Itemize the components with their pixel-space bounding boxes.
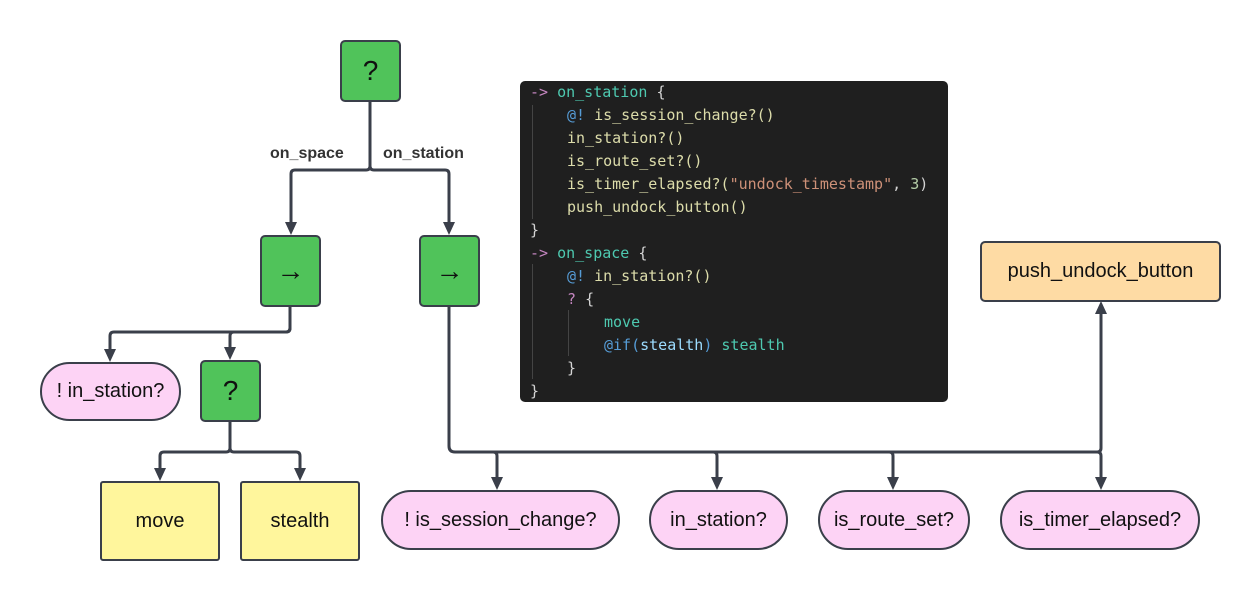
code-token: @if( bbox=[604, 336, 641, 354]
code-line: } bbox=[530, 221, 540, 239]
edge-sel-stealth bbox=[228, 447, 302, 471]
sequence-on-station-node[interactable]: → bbox=[419, 235, 480, 307]
arrow-head bbox=[285, 222, 297, 235]
code-token: stealth bbox=[640, 336, 704, 354]
root-selector-node[interactable]: ? bbox=[340, 40, 401, 102]
code-token: { bbox=[585, 290, 595, 308]
condition-not-in-station[interactable]: ! in_station? bbox=[40, 362, 181, 421]
code-token: in_station?() bbox=[594, 267, 712, 285]
condition-not-session-change[interactable]: ! is_session_change? bbox=[381, 490, 620, 550]
code-token: -> bbox=[530, 83, 549, 101]
code-line: ? { bbox=[567, 288, 594, 310]
arrow-head bbox=[887, 477, 899, 490]
condition-in-station[interactable]: in_station? bbox=[649, 490, 788, 550]
indent-guide bbox=[568, 310, 569, 356]
selector-node[interactable]: ? bbox=[200, 360, 261, 422]
code-token: is_session_change?() bbox=[594, 106, 775, 124]
code-token: is_timer_elapsed?( bbox=[567, 175, 730, 193]
code-token: ? bbox=[567, 290, 577, 308]
code-line: } bbox=[530, 382, 540, 400]
arrow-head bbox=[224, 347, 236, 360]
arrow-head bbox=[154, 468, 166, 481]
code-token: { bbox=[656, 83, 666, 101]
arrow-head bbox=[1095, 301, 1107, 314]
edge-seq1-left bbox=[108, 306, 292, 352]
code-line: @! in_station?() bbox=[567, 265, 712, 287]
condition-timer-elapsed[interactable]: is_timer_elapsed? bbox=[1000, 490, 1200, 550]
code-token: , bbox=[892, 175, 911, 193]
code-line: } bbox=[567, 359, 577, 377]
indent-guide bbox=[532, 264, 533, 379]
edge-label-on-space: on_space bbox=[270, 145, 344, 162]
arrow-head bbox=[443, 222, 455, 235]
code-token: ) bbox=[703, 336, 713, 354]
sequence-on-space-node[interactable]: → bbox=[260, 235, 321, 307]
code-line: @! is_session_change?() bbox=[567, 104, 775, 126]
behavior-tree-diagram: on_space on_station ? → → ! in_station? … bbox=[0, 0, 1260, 601]
action-push-undock-button[interactable]: push_undock_button bbox=[980, 241, 1221, 302]
arrow-head bbox=[294, 468, 306, 481]
code-token: @! bbox=[567, 267, 586, 285]
code-line: is_route_set?() bbox=[567, 152, 703, 170]
indent-guide bbox=[532, 105, 533, 219]
edge-seq2-c2 bbox=[712, 450, 719, 480]
code-line: @if(stealth) stealth bbox=[604, 334, 785, 356]
edge-seq2-c1 bbox=[492, 450, 499, 480]
code-token: stealth bbox=[721, 336, 785, 354]
edge-label-on-station: on_station bbox=[383, 145, 464, 162]
arrow-head bbox=[1095, 477, 1107, 490]
edge-seq2-c3 bbox=[888, 450, 895, 480]
code-token: 3 bbox=[910, 175, 920, 193]
edge-seq2-c4 bbox=[1096, 450, 1103, 480]
code-token: "undock_timestamp" bbox=[729, 175, 893, 193]
code-line: in_station?() bbox=[567, 129, 685, 147]
edge-sel-move bbox=[158, 421, 232, 471]
code-line: is_timer_elapsed?("undock_timestamp", 3) bbox=[567, 173, 928, 195]
code-line: move bbox=[604, 313, 641, 331]
arrow-head bbox=[104, 349, 116, 362]
code-token: -> bbox=[530, 244, 549, 262]
action-move[interactable]: move bbox=[100, 481, 220, 561]
arrow-head bbox=[491, 477, 503, 490]
code-token: @! bbox=[567, 106, 586, 124]
code-line: -> on_space { bbox=[530, 242, 647, 264]
code-block: -> on_station { @! is_session_change?() … bbox=[520, 81, 948, 402]
code-token: on_station bbox=[557, 83, 648, 101]
edge-root bbox=[289, 101, 372, 226]
code-token: on_space bbox=[557, 244, 630, 262]
edge-seq1-right bbox=[228, 327, 292, 350]
condition-route-set[interactable]: is_route_set? bbox=[818, 490, 970, 550]
code-line: -> on_station { bbox=[530, 81, 665, 103]
code-token: ) bbox=[919, 175, 929, 193]
arrow-head bbox=[711, 477, 723, 490]
edge-root-station bbox=[368, 165, 451, 226]
code-line: push_undock_button() bbox=[567, 198, 748, 216]
code-token: { bbox=[638, 244, 648, 262]
action-stealth[interactable]: stealth bbox=[240, 481, 360, 561]
